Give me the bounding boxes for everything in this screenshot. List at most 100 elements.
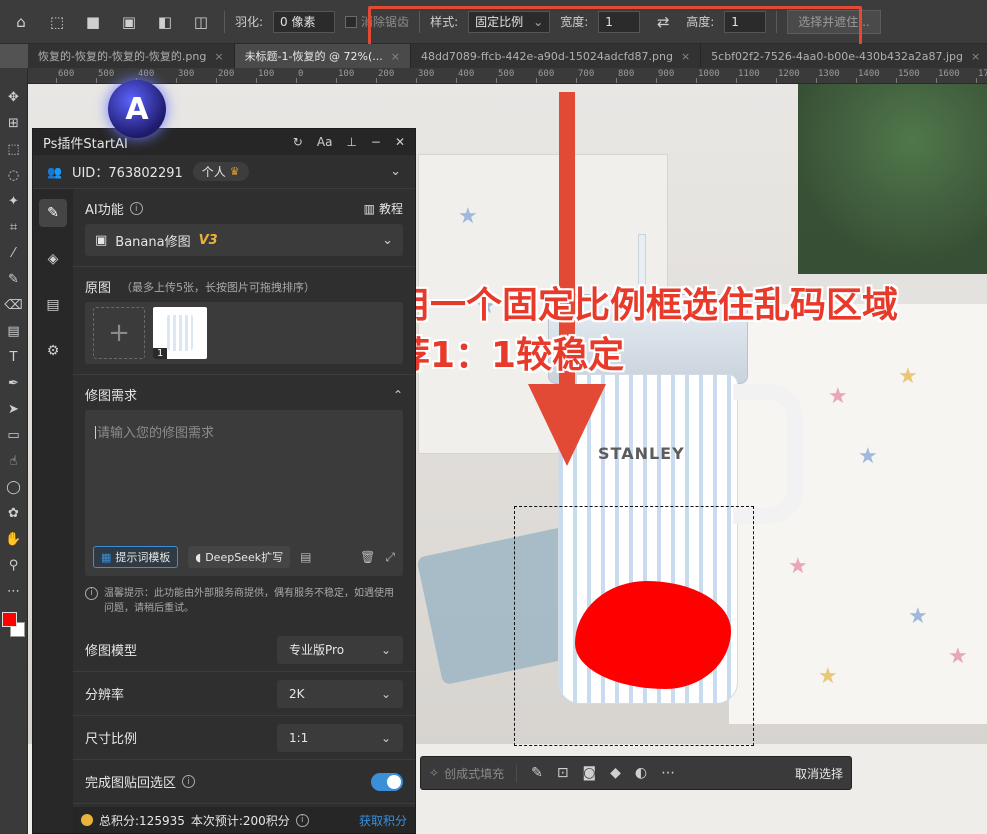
close-icon[interactable]: × [214,50,223,63]
ruler-tick-label: 1600 [938,69,960,79]
zoom-icon[interactable]: ⚲ [3,554,25,576]
add-image-button[interactable]: + [93,307,145,359]
checkbox-box[interactable] [345,15,358,28]
get-points-link[interactable]: 获取积分 [359,812,407,829]
ruler-tick-label: 300 [418,69,435,79]
select-and-mask-button[interactable]: 选择并遮住... [787,9,881,34]
lasso-icon[interactable]: ◌ [3,164,25,186]
prompt-textarea[interactable]: 请输入您的修图需求 ▦ 提示词模板 ◖ DeepSeek扩写 ▤ 🗑 ⤢ [85,410,403,576]
fill-bucket-icon[interactable]: ◆ [610,765,621,781]
history-icon[interactable]: ▤ [300,550,311,564]
minimize-icon[interactable]: − [371,135,381,149]
info-icon[interactable]: i [129,202,143,215]
subtract-selection-icon[interactable]: ◧ [152,9,178,35]
feather-field[interactable]: 0 像素 [273,10,336,33]
more-icon[interactable]: ⋯ [3,580,25,602]
doc-tab[interactable]: 48dd7089-ffcb-442e-a90d-15024adcfd87.png… [411,44,702,68]
tutorial-link[interactable]: ▥ 教程 [364,200,403,217]
edit-icon[interactable]: ✎ [39,199,67,227]
ellipse-icon[interactable]: ◯ [3,476,25,498]
chevron-up-icon[interactable]: ⌃ [393,388,403,402]
info-icon[interactable]: i [295,813,309,827]
new-selection-icon[interactable]: ■ [80,9,106,35]
width-field[interactable]: 1 [598,10,641,33]
rectangle-icon[interactable]: ▭ [3,424,25,446]
gradient-icon[interactable]: ▤ [3,320,25,342]
account-row[interactable]: 👥 UID：763802291 个人 ♛ ⌄ [33,155,415,189]
ruler-tick-label: 1300 [818,69,840,79]
ratio-label: 尺寸比例 [85,732,138,747]
panel-header-icons: ↻ Aa ⊥ − ✕ [293,135,405,149]
antialias-checkbox[interactable]: 消除锯齿 [345,13,409,30]
magic-wand-icon[interactable]: ✦ [3,190,25,212]
add-selection-icon[interactable]: ▣ [116,9,142,35]
type-icon[interactable]: T [3,346,25,368]
transform-selection-icon[interactable]: ⊡ [557,765,569,781]
paste-back-toggle[interactable] [371,772,403,791]
ratio-select[interactable]: 1:1 ⌄ [277,723,403,752]
prompt-template-button[interactable]: ▦ 提示词模板 [93,546,179,568]
chevron-down-icon: ⌄ [380,686,391,701]
stamp-icon[interactable]: ✿ [3,502,25,524]
hand-icon[interactable]: ✋ [3,528,25,550]
model-select[interactable]: 专业版Pro ⌄ [277,635,403,664]
layers-icon[interactable]: ◈ [39,245,67,273]
home-icon[interactable]: ⌂ [8,9,34,35]
swap-icon[interactable]: ⇄ [650,9,676,35]
marquee-icon[interactable]: ⬚ [3,138,25,160]
refresh-icon[interactable]: ↻ [293,135,303,149]
close-icon[interactable]: × [971,50,980,63]
info-icon[interactable]: i [182,775,196,788]
coin-icon [81,814,93,826]
close-icon[interactable]: ✕ [395,135,405,149]
close-icon[interactable]: × [391,50,400,63]
feather-label: 羽化: [235,15,264,29]
ai-function-select[interactable]: ▣ Banana修图 V3 ⌄ [85,224,403,256]
color-swatches [1,612,26,640]
deepseek-expand-button[interactable]: ◖ DeepSeek扩写 [188,546,291,568]
chevron-down-icon[interactable]: ⌄ [390,164,401,179]
foreground-color-swatch[interactable] [1,612,17,627]
generative-fill-button[interactable]: ✧ 创成式填充 [429,764,518,782]
path-select-icon[interactable]: ➤ [3,398,25,420]
resolution-value: 2K [289,686,305,701]
ruler-tick [816,78,817,83]
brush-refine-icon[interactable]: ✎ [531,765,543,781]
deselect-button[interactable]: 取消选择 [795,765,843,782]
close-icon[interactable]: × [681,50,690,63]
toggle-knob [387,774,401,789]
artboard-icon[interactable]: ⊞ [3,112,25,134]
marquee-icon[interactable]: ⬚ [44,9,70,35]
pen-icon[interactable]: ✒ [3,372,25,394]
crop-icon[interactable]: ⌗ [3,216,25,238]
style-dropdown[interactable]: 固定比例 [468,10,551,33]
height-field[interactable]: 1 [724,10,767,33]
eyedropper-icon[interactable]: ⁄ [3,242,25,264]
font-size-icon[interactable]: Aa [317,135,333,149]
intersect-selection-icon[interactable]: ◫ [188,9,214,35]
move-icon[interactable]: ✥ [3,86,25,108]
resolution-select[interactable]: 2K ⌄ [277,679,403,708]
more-options-icon[interactable]: ⋯ [661,765,675,781]
doc-tab[interactable]: 恢复的-恢复的-恢复的-恢复的.png × [28,44,235,68]
tumbler-brand-text: STANLEY [598,444,685,463]
source-image-row: + 1 [85,302,403,364]
brush-icon[interactable]: ✎ [3,268,25,290]
trash-icon[interactable]: 🗑 [360,550,375,564]
eraser-icon[interactable]: ⌫ [3,294,25,316]
settings-gear-icon[interactable]: ⚙ [39,337,67,365]
document-icon[interactable]: ▤ [39,291,67,319]
pin-icon[interactable]: ⊥ [346,135,356,149]
expand-icon[interactable]: ⤢ [385,550,395,565]
adjustment-icon[interactable]: ◐ [635,765,647,781]
doc-tab-label: 恢复的-恢复的-恢复的-恢复的.png [38,50,207,63]
ruler-tick-label: 700 [578,69,595,79]
ratio-value: 1:1 [289,730,309,745]
doc-tab-active[interactable]: 未标题-1-恢复的 @ 72%(... × [234,44,411,68]
crown-icon: ♛ [229,165,240,178]
horizontal-ruler[interactable]: 600 500 400 300 200 100 0 100 200 300 400 500 600 700… [28,68,987,84]
mask-icon[interactable]: ◙ [583,765,597,781]
source-thumbnail[interactable]: 1 [153,307,207,359]
smudge-icon[interactable]: ☝ [3,450,25,472]
doc-tab[interactable]: 5cbf02f2-7526-4aa0-b00e-430b432a2a87.jpg… [701,44,987,68]
